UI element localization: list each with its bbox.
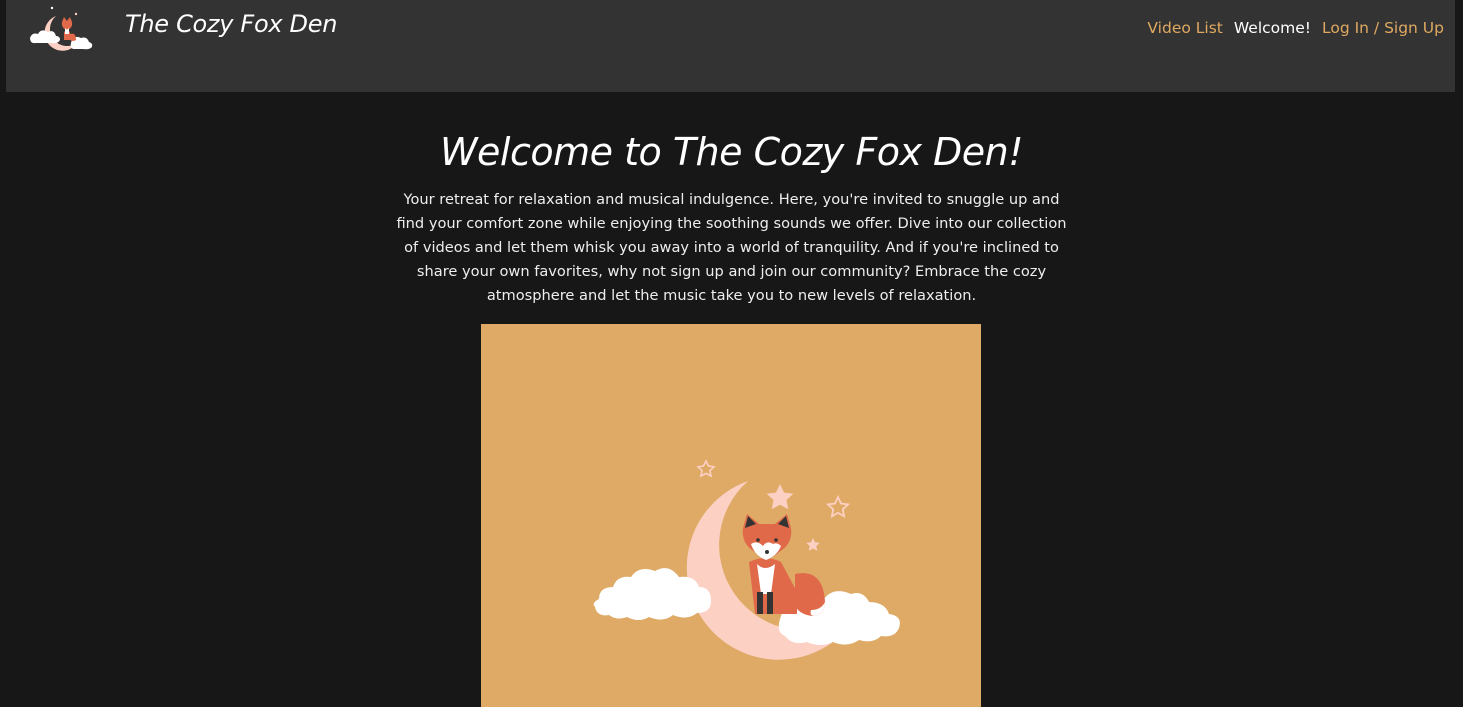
nav-login-signup[interactable]: Log In / Sign Up bbox=[1322, 19, 1444, 37]
nav-video-list[interactable]: Video List bbox=[1147, 19, 1222, 37]
hero-description: Your retreat for relaxation and musical … bbox=[396, 191, 1067, 304]
site-title[interactable]: The Cozy Fox Den bbox=[125, 10, 337, 38]
nav-welcome-text: Welcome! bbox=[1233, 19, 1311, 37]
hero-title: Welcome to The Cozy Fox Den! bbox=[439, 130, 1024, 174]
fox-logo-icon[interactable] bbox=[26, 4, 96, 52]
main-nav: Video List Welcome! Log In / Sign Up bbox=[1147, 19, 1444, 37]
fox-moon-illustration bbox=[481, 324, 981, 707]
site-header: The Cozy Fox Den Video List Welcome! Log… bbox=[6, 0, 1455, 92]
